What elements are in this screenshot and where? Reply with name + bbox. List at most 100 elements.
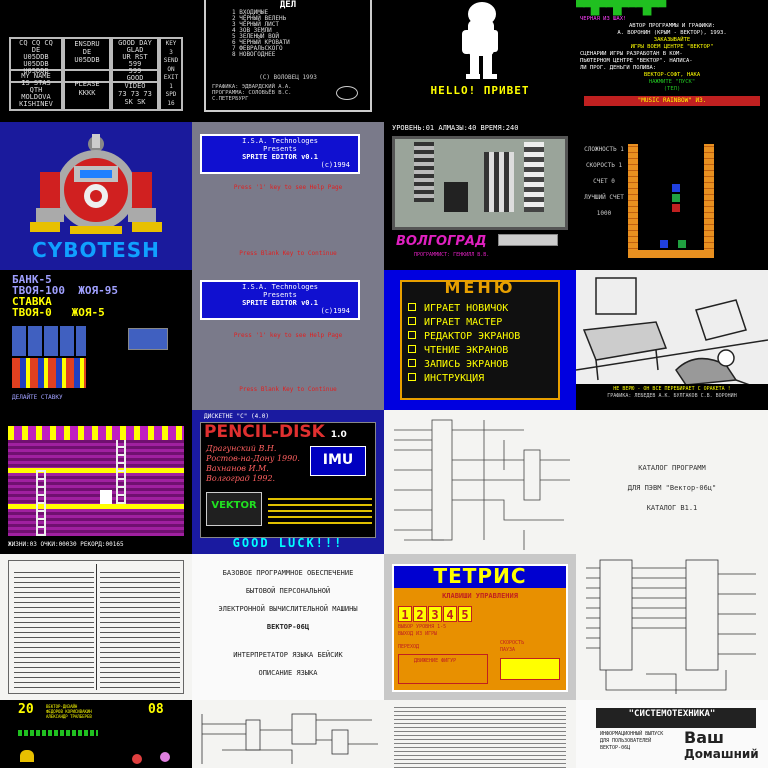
- help-hint: Press '1' key to see Help Page: [233, 184, 343, 191]
- text-line: DE: [82, 48, 92, 56]
- credit-line: АЛЕКСАНДР ТРАЛБЕРЕВ: [46, 714, 92, 719]
- text-line: ИГРЫ ВОЕМ ЦЕНТРЕ "ВЕКТОР": [630, 44, 714, 50]
- tile-text-listing: [0, 554, 192, 700]
- text-line: ON: [167, 65, 175, 73]
- menu-title: ДЕЛ: [279, 0, 297, 10]
- product-title: PENCIL-DISK 1.0: [204, 422, 347, 442]
- caption-line: ГРАФИКА: ЛЕБЕДЕВ А.К. БУЛГАКОВ С.В. ВОРО…: [607, 393, 737, 399]
- arrow-keys: [500, 658, 560, 680]
- credit-line: ПРОГРАММИСТ: ГЕНКИЛЛ В.В.: [414, 252, 490, 258]
- tile-music-menu: ДЕЛ 1 ВХОДИМЫЕ 2 ЧЁРНЫЙ ВЕЛЕНЬ 3 ЧЁРНЫЙ ЛИ…: [192, 0, 384, 122]
- status-bar: УРОВЕНЬ:01 АЛМАЗЫ:40 ВРЕМЯ:240: [392, 124, 519, 132]
- block: [660, 240, 668, 248]
- text-line: SPD: [165, 91, 177, 98]
- stat-label: ЛУЧШИЙ СЧЕТ 1000: [584, 194, 624, 217]
- pit-wall-left: [628, 144, 638, 254]
- key-cap: 2: [413, 606, 427, 622]
- menu-item[interactable]: ИГРАЕТ МАСТЕР: [408, 316, 520, 330]
- platform: [8, 504, 184, 509]
- hello-text: HELLO! ПРИВЕТ: [430, 84, 530, 97]
- subtitle-line: ВЕКТОР-06Ц: [600, 745, 631, 751]
- key-cap: 1: [398, 606, 412, 622]
- menu-item[interactable]: ИГРАЕТ НОВИЧОК: [408, 302, 520, 316]
- tile-tetris-controls: ТЕТРИС КЛАВИШИ УПРАВЛЕНИЯ 12345 ВЫБОР УР…: [384, 554, 576, 700]
- control-label: ПЕРЕХОД: [398, 644, 420, 650]
- figure: [444, 182, 468, 212]
- menu-item[interactable]: РЕДАКТОР ЭКРАНОВ: [408, 330, 520, 344]
- ladder: [116, 440, 126, 504]
- stat-label: СЛОЖНОСТЬ 1: [584, 146, 624, 153]
- block: [672, 194, 680, 202]
- text-line: 1: [169, 82, 173, 90]
- text-column: [14, 568, 94, 688]
- text-line: SEND: [163, 57, 179, 64]
- sprite: [160, 752, 170, 762]
- top-border: [8, 426, 184, 440]
- stat-label: СЧЕТ 0: [593, 178, 615, 185]
- year-left: 20: [18, 702, 34, 717]
- player-sprite: [100, 490, 112, 504]
- text-line: 16: [167, 99, 175, 107]
- game-title: CYBOTESH: [32, 238, 160, 262]
- tile-schematic-2: [576, 554, 768, 700]
- publisher-title: "СИСТЕМОТЕХНИКА": [628, 709, 716, 719]
- text-line: VIDEO: [124, 82, 146, 90]
- cover-line: ИНТЕРПРЕТАТОР ЯЗЫКА БЕЙСИК: [233, 651, 343, 659]
- card-backs: [12, 326, 86, 356]
- menu-item[interactable]: ЗАПИСЬ ЭКРАНОВ: [408, 358, 520, 372]
- tile-systemotechnika: "СИСТЕМОТЕХНИКА" ИНФОРМАЦИОННЫЙ ВЫПУСК Д…: [576, 700, 768, 768]
- menu-item[interactable]: ЧТЕНИЕ ЭКРАНОВ: [408, 344, 520, 358]
- dense-text: [394, 706, 566, 768]
- menu-title: МЕНЮ: [444, 278, 516, 297]
- menu-item[interactable]: ИНСТРУКЦИЯ: [408, 372, 520, 386]
- text-line: ПЬЮТЕРНОМ ЦЕНТРЕ "ВЕКТОР". НАПИСА-: [580, 58, 693, 64]
- tile-cartoon-scene: НЕ ВЕРЮ - ОН ВСЕ ПЕРЕБИРАЕТ С ОРАКЕТА ! …: [576, 270, 768, 410]
- cover-line: БЫТОВОЙ ПЕРСОНАЛЬНОЙ: [245, 587, 331, 595]
- text-line: SPRITE EDITOR v0.1: [242, 299, 318, 307]
- text-line: ЧЕРНАЯ ИЗ ШАХ!: [580, 16, 627, 22]
- text-line: KKKK: [78, 89, 96, 97]
- silhouette-icon: [462, 2, 498, 79]
- credit-line: Ростов-на-Дону 1990.: [206, 454, 300, 463]
- headline-word: Ваш: [684, 728, 724, 747]
- credit-line: С.ПЕТЕРБУРГ: [212, 96, 249, 102]
- control-label: ВЫБОР УРОВНЯ 1-5: [398, 624, 447, 630]
- circuit-schematic: [586, 559, 756, 694]
- info-text-block: [268, 494, 372, 524]
- text-column: [100, 568, 180, 688]
- cover-line: КАТАЛОГ В1.1: [646, 504, 698, 512]
- checkbox-icon: [408, 359, 416, 367]
- block: [678, 240, 686, 248]
- cover-line: ВЕКТОР-06Ц: [266, 623, 310, 631]
- progress-bar: [18, 730, 98, 736]
- image-mosaic: CQ CQ CQ DE U05DDB U05DDB U05DDB ENSDRU DE U05…: [0, 0, 768, 768]
- tile-platformer: ЖИЗНИ:03 ОЧКИ:00030 РЕКОРД:00165: [0, 410, 192, 554]
- wall: [524, 142, 544, 212]
- continue-hint: Press Blank Key to Continue: [239, 250, 337, 257]
- text-line: АВТОР ПРОГРАММЫ И ГРАФИКИ:: [628, 23, 716, 29]
- circuit-schematic: [201, 713, 378, 764]
- tile-tetris-pit: СЛОЖНОСТЬ 1 СКОРОСТЬ 1 СЧЕТ 0 ЛУЧШИЙ СЧЕТ 1…: [576, 122, 768, 270]
- tile-vector-design: 20 08 ВЕКТОР-ДИЗАЙН ФЕДОРОВ КОРИСИВАКИН АЛ…: [0, 700, 192, 768]
- text-line: KISHINEV: [19, 100, 53, 108]
- control-label: ВЫХОД ИЗ ИГРЫ: [398, 631, 438, 637]
- text-line: SPRITE EDITOR v0.1: [242, 153, 318, 161]
- pit-floor: [628, 250, 714, 258]
- pit-wall-right: [704, 144, 714, 254]
- text-line: (c)1994: [320, 307, 350, 315]
- top-line: ДИСКЕТНЕ "C" (4.0): [204, 413, 270, 420]
- checkbox-icon: [408, 373, 416, 381]
- tile-game-menu: МЕНЮ ИГРАЕТ НОВИЧОК ИГРАЕТ МАСТЕР РЕДАКТ…: [384, 270, 576, 410]
- tile-pencil-disk: ДИСКЕТНЕ "C" (4.0) PENCIL-DISK 1.0 Драгу…: [192, 410, 384, 554]
- subtitle-line: ИНФОРМАЦИОННЫЙ ВЫПУСК: [600, 731, 664, 737]
- text-line: PLEASE: [74, 80, 100, 88]
- tile-hello: HELLO! ПРИВЕТ: [384, 0, 576, 122]
- status-bar: ЖИЗНИ:03 ОЧКИ:00030 РЕКОРД:00165: [8, 541, 124, 548]
- key-cap: 4: [443, 606, 457, 622]
- cover-line: КАТАЛОГ ПРОГРАММ: [638, 464, 706, 472]
- tile-cybotesh: CYBOTESH: [0, 122, 192, 270]
- help-hint: Press '1' key to see Help Page: [233, 332, 343, 339]
- circuit-schematic: [394, 419, 570, 550]
- stat-label: СКОРОСТЬ 1: [585, 162, 623, 169]
- ladder: [36, 470, 46, 536]
